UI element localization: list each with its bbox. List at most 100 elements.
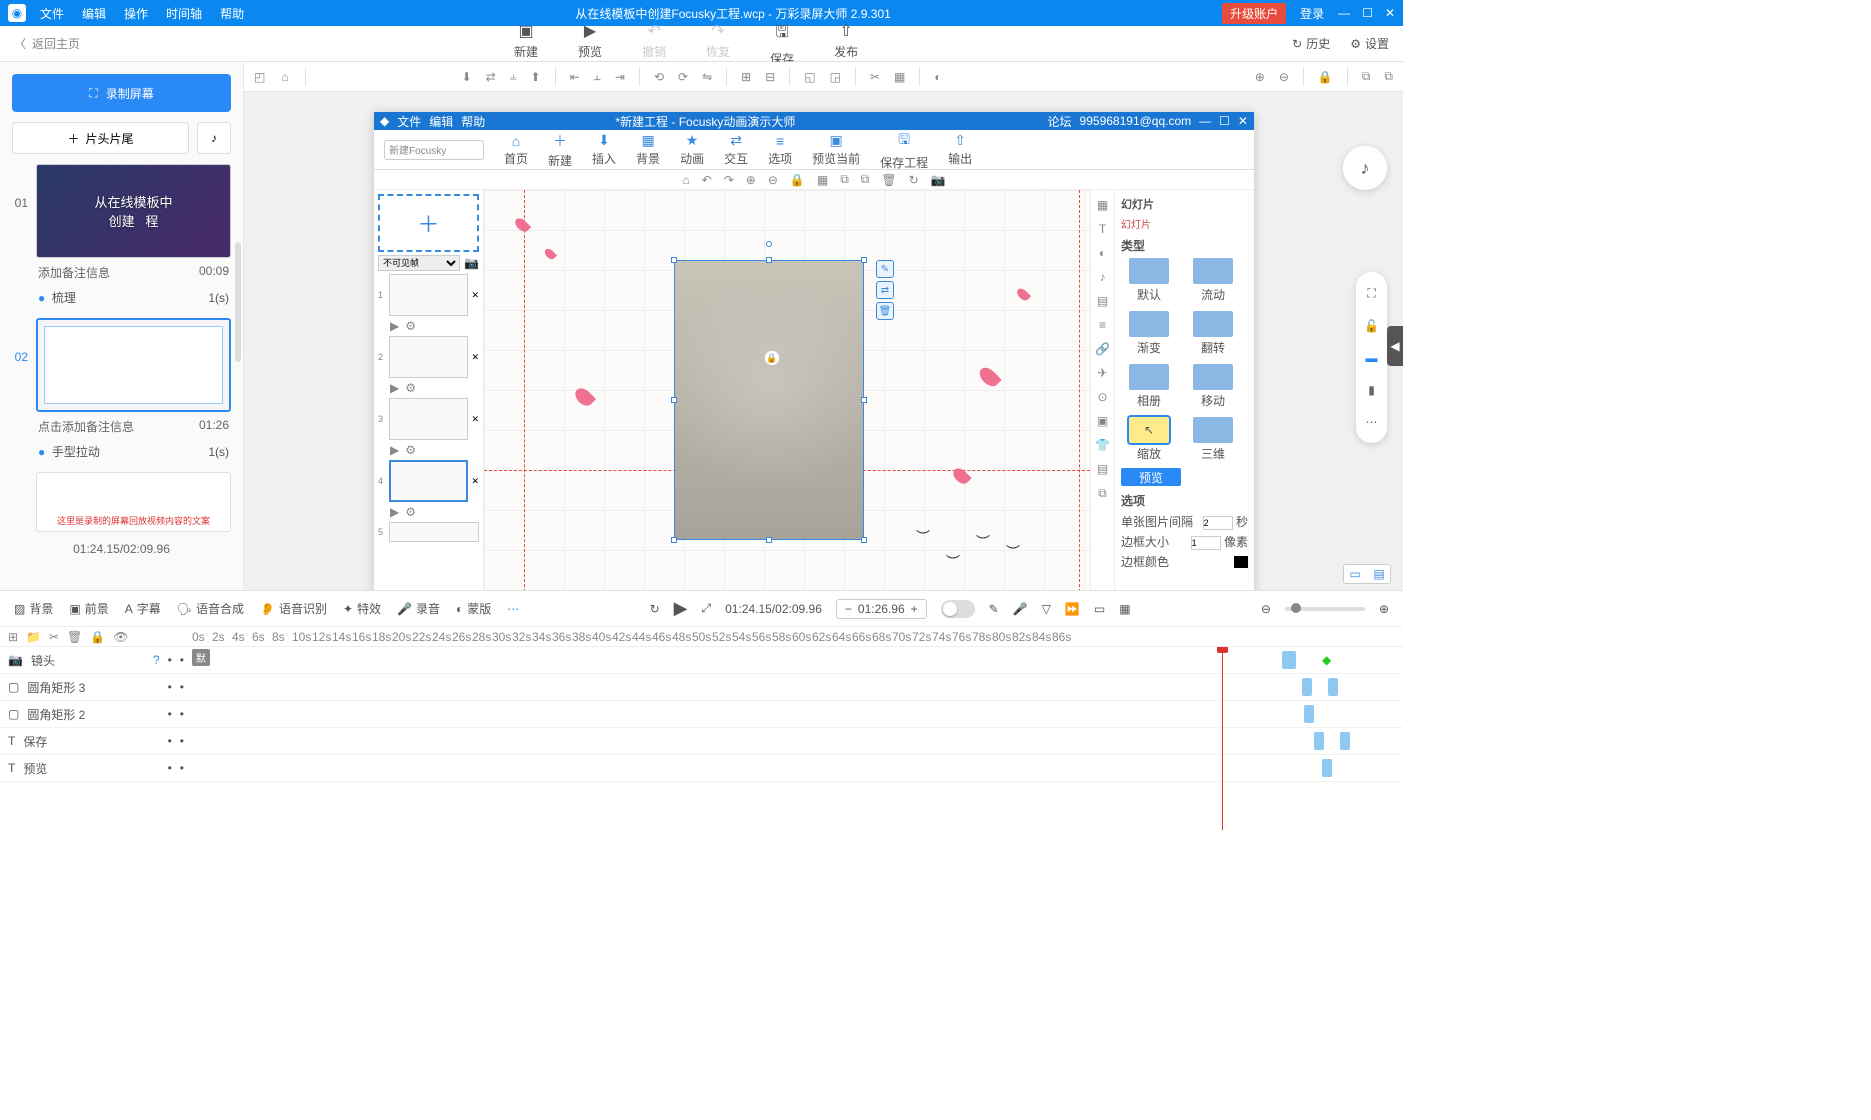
minus-icon[interactable]: − [845, 602, 852, 616]
flip-h-icon[interactable]: ⇋ [702, 70, 712, 84]
rotate-left-icon[interactable]: ⟲ [654, 70, 664, 84]
history-button[interactable]: ↻历史 [1292, 35, 1330, 52]
skip-end-icon[interactable]: ⇥ [615, 70, 625, 84]
focus-icon[interactable]: ⛶ [1367, 286, 1375, 301]
maximize-icon[interactable]: ☐ [1362, 6, 1373, 20]
slide-mode-toggle[interactable]: ▭ ▤ [1343, 564, 1391, 584]
playhead[interactable] [1222, 647, 1223, 830]
timeline-ruler[interactable]: 0s2s4s6s8s10s12s14s16s18s20s22s24s26s28s… [192, 630, 1403, 644]
music-button[interactable]: ♪ [197, 122, 231, 154]
headtail-button[interactable]: ＋片头片尾 [12, 122, 189, 154]
more-icon[interactable]: ⋯ [1366, 415, 1378, 429]
upload-icon[interactable]: ⬆ [531, 70, 541, 84]
menu-action[interactable]: 操作 [124, 5, 148, 22]
mode-full-icon[interactable]: ▭ [1344, 565, 1366, 583]
rotate-right-icon[interactable]: ⟳ [678, 70, 688, 84]
more-dots-icon[interactable]: ⋯ [507, 602, 519, 616]
zoom-out-icon[interactable]: ⊖ [1261, 602, 1271, 616]
folder-icon[interactable]: 📁 [26, 630, 41, 644]
layer-up-icon[interactable]: ◱ [804, 70, 815, 84]
layer-down-icon[interactable]: ◲ [830, 70, 841, 84]
mask-icon[interactable]: ◐ [934, 70, 941, 84]
close-icon[interactable]: ✕ [1385, 6, 1395, 20]
menu-edit[interactable]: 编辑 [82, 5, 106, 22]
back-home[interactable]: 〈 返回主页 [14, 35, 80, 52]
tool-new[interactable]: ▣新建 [514, 21, 538, 67]
speed-icon[interactable]: ⏩ [1065, 602, 1080, 616]
eye-icon[interactable]: 👁 [113, 630, 128, 644]
tab-mask[interactable]: ◐蒙版 [456, 600, 491, 617]
track-camera[interactable]: 📷镜头?•• 默 ◆ [0, 647, 1403, 674]
unlock-icon[interactable]: 🔓 [1364, 319, 1379, 333]
menu-timeline[interactable]: 时间轴 [166, 5, 202, 22]
tab-fx[interactable]: ✦特效 [343, 600, 381, 617]
slide-thumb-1[interactable]: 从在线模板中创建 程 [36, 164, 231, 258]
dist-h-icon[interactable]: ⊞ [741, 70, 751, 84]
login-button[interactable]: 登录 [1300, 5, 1324, 22]
tool-preview[interactable]: ▶预览 [578, 21, 602, 67]
minimize-icon[interactable]: — [1338, 6, 1350, 20]
slide-01[interactable]: 01 从在线模板中创建 程 添加备注信息00:09 ● 梳理1(s) [12, 164, 231, 308]
zoom-slider[interactable] [1285, 607, 1365, 611]
align-hcenter-icon[interactable]: ⫠ [594, 69, 601, 84]
grid-icon[interactable]: ▦ [1119, 602, 1130, 616]
tool-save[interactable]: 🖫保存 [770, 21, 794, 67]
skip-start-icon[interactable]: ⇤ [570, 70, 580, 84]
left-scrollbar[interactable] [235, 242, 241, 362]
lock-icon[interactable]: 🔒 [90, 630, 105, 644]
edit-icon[interactable]: ✎ [989, 602, 999, 616]
zoom-in-icon[interactable]: ⊕ [1255, 70, 1265, 84]
tool-undo[interactable]: ↶撤销 [642, 21, 666, 67]
record-button[interactable]: ⛶ 录制屏幕 [12, 74, 231, 112]
frame-icon[interactable]: ▭ [1094, 602, 1105, 616]
plus-icon[interactable]: + [911, 602, 918, 616]
settings-button[interactable]: ⚙设置 [1350, 35, 1389, 52]
fullscreen-icon[interactable]: ⤢ [702, 601, 712, 616]
slide-02[interactable]: 02 点击添加备注信息01:26 ● 手型拉动1(s) [12, 318, 231, 462]
play-button[interactable]: ▶ [674, 598, 688, 619]
mode-slide-icon[interactable]: ▤ [1368, 565, 1390, 583]
tab-subtitle[interactable]: A字幕 [125, 600, 161, 617]
expand-panel-icon[interactable]: ◀ [1387, 326, 1403, 366]
track-roundrect3[interactable]: ▢圆角矩形 3•• [0, 674, 1403, 701]
stage[interactable]: ◆ 文件 编辑 帮助 *新建工程 - Focusky动画演示大师 论坛99596… [374, 112, 1254, 590]
tab-fg[interactable]: ▣前景 [69, 600, 108, 617]
home-icon[interactable]: ⌂ [281, 70, 288, 84]
help-icon[interactable]: ? [153, 653, 160, 667]
download-icon[interactable]: ⬇ [462, 70, 472, 84]
dist-v-icon[interactable]: ⊟ [765, 70, 775, 84]
fit-icon[interactable]: ◰ [254, 70, 265, 84]
slide-03-partial[interactable]: 这里是录制的屏幕回放视频内容的文案 [12, 472, 231, 532]
menu-file[interactable]: 文件 [40, 5, 64, 22]
zoom-out-icon[interactable]: ⊖ [1279, 70, 1289, 84]
add-track-icon[interactable]: ⊞ [8, 630, 18, 644]
tool-redo[interactable]: ↷恢复 [706, 21, 730, 67]
track-roundrect2[interactable]: ▢圆角矩形 2•• [0, 701, 1403, 728]
mic-icon[interactable]: 🎤 [1013, 602, 1028, 616]
paste-icon[interactable]: ⧉ [1384, 69, 1393, 84]
menu-help[interactable]: 帮助 [220, 5, 244, 22]
tool-publish[interactable]: ⇧发布 [834, 21, 858, 67]
trash-icon[interactable]: 🗑 [67, 630, 82, 644]
filter-icon[interactable]: ▽ [1042, 602, 1051, 616]
mobile-icon[interactable]: ▮ [1368, 383, 1375, 397]
time-box[interactable]: −01:26.96+ [836, 599, 927, 619]
history-icon[interactable]: ↻ [650, 602, 660, 616]
align-bottom-icon[interactable]: ⫨ [510, 69, 517, 84]
crop-icon[interactable]: ✂ [870, 70, 880, 84]
tab-record[interactable]: 🎤录音 [397, 600, 440, 617]
track-preview[interactable]: T预览•• [0, 755, 1403, 782]
zoom-in-icon[interactable]: ⊕ [1379, 602, 1389, 616]
tab-tts[interactable]: 🗣语音合成 [177, 600, 244, 617]
grid-icon[interactable]: ▦ [894, 70, 905, 84]
toggle-switch[interactable] [941, 600, 975, 618]
track-save[interactable]: T保存•• [0, 728, 1403, 755]
tab-bg[interactable]: ▨背景 [14, 600, 53, 617]
lock-icon[interactable]: 🔒 [1318, 70, 1333, 84]
music-fab[interactable]: ♪ [1343, 146, 1387, 190]
slide-thumb-3[interactable]: 这里是录制的屏幕回放视频内容的文案 [36, 472, 231, 532]
copy-icon[interactable]: ⧉ [1362, 69, 1371, 84]
tab-asr[interactable]: 👂语音识别 [260, 600, 327, 617]
cut-icon[interactable]: ✂ [49, 630, 59, 644]
slide-thumb-2[interactable] [36, 318, 231, 412]
